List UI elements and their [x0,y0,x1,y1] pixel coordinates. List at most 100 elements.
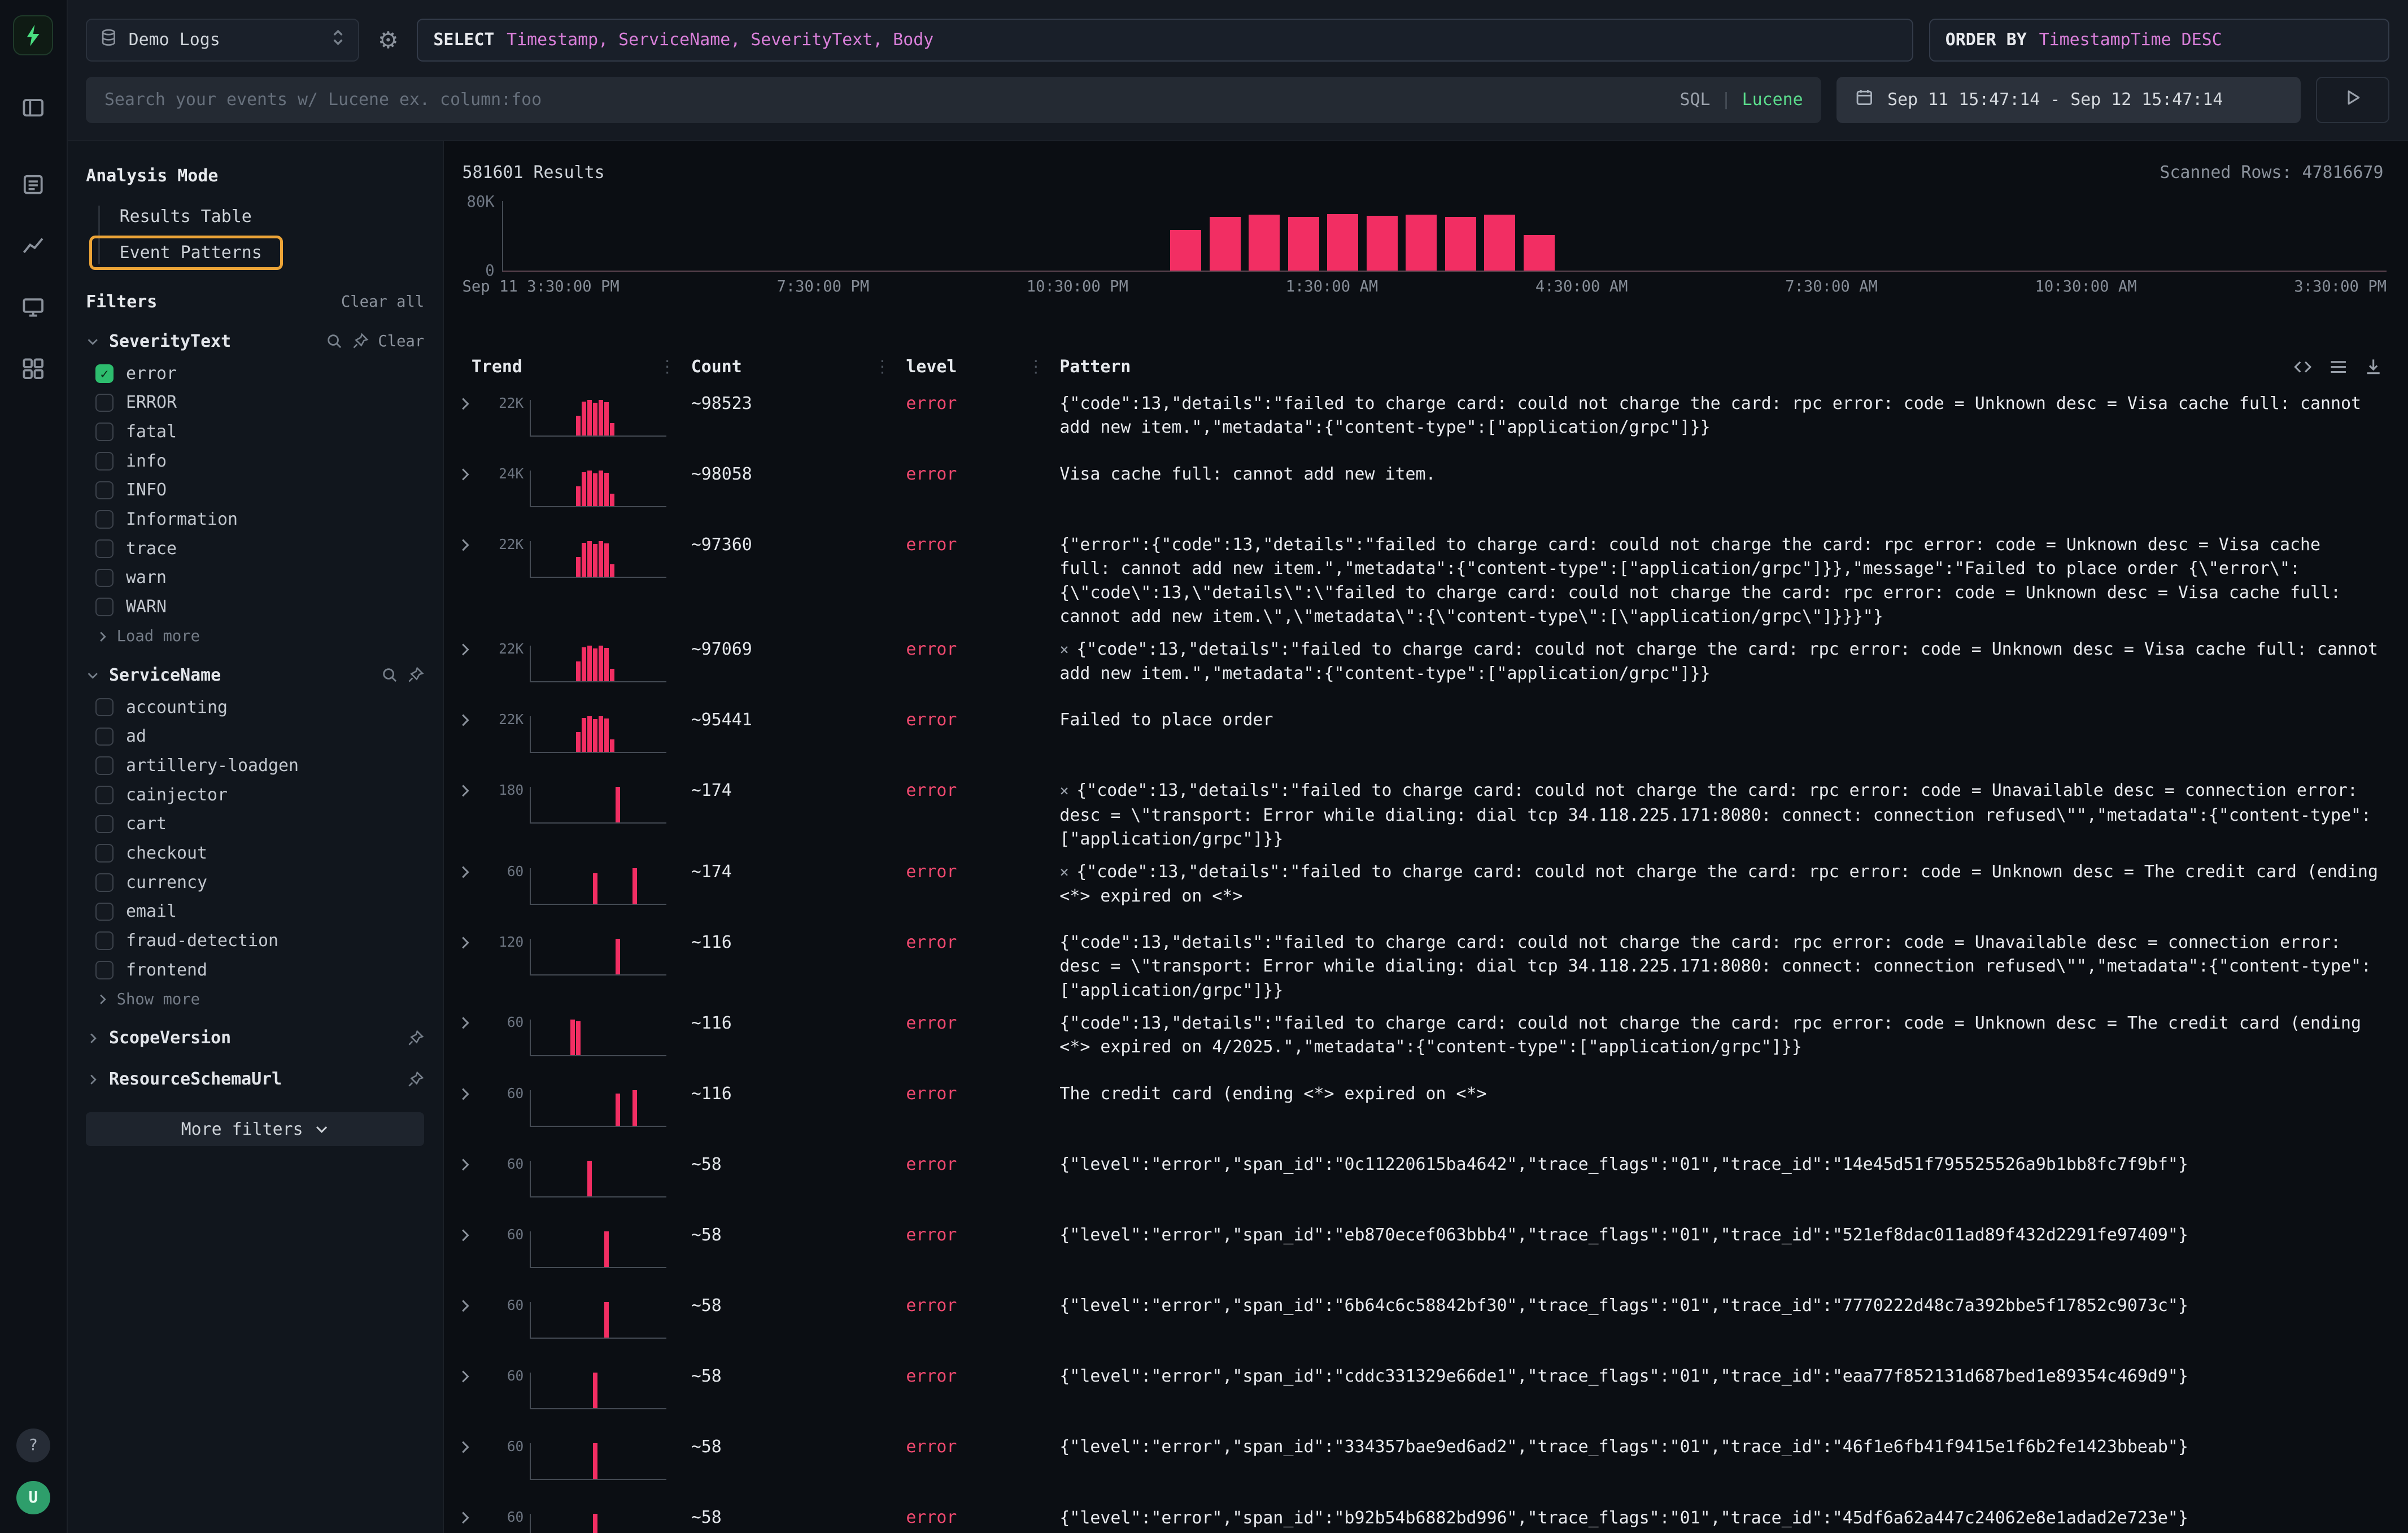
pattern-row[interactable]: 22K~95441errorFailed to place order [453,699,2387,770]
histogram-plot-area[interactable] [502,201,2387,272]
clear-all-filters-button[interactable]: Clear all [341,293,424,311]
order-by-input[interactable]: ORDER BY TimestampTime DESC [1929,19,2390,62]
pattern-text[interactable]: ×{"code":13,"details":"failed to charge … [1059,638,2387,686]
row-expand-icon[interactable] [453,1365,483,1389]
filter-checkbox-item[interactable]: trace [86,534,424,564]
checkbox[interactable] [95,423,114,441]
sql-select-input[interactable]: SELECT Timestamp, ServiceName, SeverityT… [417,19,1913,62]
histogram-bar[interactable] [1484,215,1515,270]
checkbox[interactable] [95,961,114,979]
chevron-right-icon[interactable] [86,1073,99,1086]
pattern-row[interactable]: 60~58error{"level":"error","span_id":"33… [453,1426,2387,1497]
row-expand-icon[interactable] [453,708,483,733]
user-avatar[interactable]: U [16,1481,50,1515]
histogram-bar[interactable] [1288,217,1319,271]
exclude-icon[interactable]: × [1059,782,1068,800]
pattern-text[interactable]: {"level":"error","span_id":"eb870ecef063… [1059,1223,2387,1247]
pattern-row[interactable]: 60~116errorThe credit card (ending <*> e… [453,1073,2387,1144]
exclude-icon[interactable]: × [1059,864,1068,881]
chevron-right-icon[interactable] [86,1031,99,1045]
search-logs-icon[interactable] [12,163,55,206]
pattern-row[interactable]: 60~58error{"level":"error","span_id":"6b… [453,1285,2387,1356]
pattern-text[interactable]: {"level":"error","span_id":"cddc331329e6… [1059,1365,2387,1388]
checkbox[interactable] [95,873,114,892]
histogram-bar[interactable] [1367,216,1398,271]
histogram-bar[interactable] [1170,230,1201,271]
sidebar-toggle-icon[interactable] [12,86,55,129]
pattern-text[interactable]: {"code":13,"details":"failed to charge c… [1059,392,2387,439]
filter-group-name[interactable]: ServiceName [109,665,221,685]
row-expand-icon[interactable] [453,860,483,885]
clear-filter-button[interactable]: Clear [378,333,424,350]
pattern-text[interactable]: {"level":"error","span_id":"0c11220615ba… [1059,1153,2387,1177]
row-expand-icon[interactable] [453,533,483,558]
row-expand-icon[interactable] [453,779,483,803]
row-expand-icon[interactable] [453,638,483,662]
exclude-icon[interactable]: × [1059,641,1068,659]
pattern-row[interactable]: 60~58error{"level":"error","span_id":"b9… [453,1497,2387,1533]
checkbox[interactable] [95,539,114,558]
filter-checkbox-item[interactable]: ad [86,722,424,751]
more-filters-button[interactable]: More filters [86,1112,424,1146]
chevron-down-icon[interactable] [86,668,99,682]
row-expand-icon[interactable] [453,1435,483,1460]
filter-group-name[interactable]: ResourceSchemaUrl [109,1069,282,1089]
pattern-row[interactable]: 60~174error×{"code":13,"details":"failed… [453,851,2387,922]
checkbox[interactable] [95,364,114,383]
pattern-text[interactable]: {"level":"error","span_id":"b92b54b6882b… [1059,1506,2387,1530]
source-select[interactable]: Demo Logs [86,19,359,62]
histogram-bar[interactable] [1327,214,1358,271]
checkbox[interactable] [95,452,114,471]
checkbox[interactable] [95,394,114,412]
pattern-row[interactable]: 180~174error×{"code":13,"details":"faile… [453,770,2387,851]
download-icon[interactable] [2363,357,2383,377]
load-more-button[interactable]: Load more [86,622,424,648]
pin-icon[interactable] [407,1030,424,1047]
checkbox[interactable] [95,510,114,529]
row-expand-icon[interactable] [453,1012,483,1036]
column-header-count[interactable]: Count⋮ [691,357,906,377]
checkbox[interactable] [95,931,114,950]
filter-checkbox-item[interactable]: WARN [86,593,424,622]
filter-checkbox-item[interactable]: fatal [86,417,424,447]
checkbox[interactable] [95,786,114,804]
filter-checkbox-item[interactable]: Information [86,505,424,534]
load-more-button[interactable]: Show more [86,985,424,1011]
pin-icon[interactable] [407,667,424,683]
pattern-text[interactable]: {"level":"error","span_id":"6b64c6c58842… [1059,1294,2387,1318]
filter-group-name[interactable]: SeverityText [109,332,231,351]
row-expand-icon[interactable] [453,931,483,955]
language-sql-option[interactable]: SQL [1680,90,1711,110]
analysis-mode-results-table[interactable]: Results Table [89,199,273,234]
checkbox[interactable] [95,698,114,717]
row-expand-icon[interactable] [453,1223,483,1248]
code-view-icon[interactable] [2293,357,2313,377]
checkbox[interactable] [95,728,114,746]
row-expand-icon[interactable] [453,463,483,487]
pattern-text[interactable]: Visa cache full: cannot add new item. [1059,463,2387,486]
pattern-row[interactable]: 60~58error{"level":"error","span_id":"cd… [453,1356,2387,1426]
event-search-box[interactable]: SQL | Lucene [86,77,1821,123]
checkbox[interactable] [95,815,114,834]
pattern-text[interactable]: {"code":13,"details":"failed to charge c… [1059,1012,2387,1059]
pattern-text[interactable]: ×{"code":13,"details":"failed to charge … [1059,779,2387,851]
dashboards-icon[interactable] [12,347,55,390]
results-histogram[interactable]: 80K 0 Sep 11 3:30:00 PM7:30:00 PM10:30:0… [463,201,2387,295]
checkbox[interactable] [95,903,114,921]
histogram-bar[interactable] [1524,235,1555,271]
row-expand-icon[interactable] [453,1506,483,1531]
filter-checkbox-item[interactable]: artillery-loadgen [86,751,424,781]
gear-icon[interactable]: ⚙ [375,27,402,54]
pattern-row[interactable]: 24K~98058errorVisa cache full: cannot ad… [453,454,2387,524]
filter-checkbox-item[interactable]: checkout [86,839,424,868]
pattern-text[interactable]: Failed to place order [1059,708,2387,732]
search-icon[interactable] [326,333,343,350]
pattern-text[interactable]: {"level":"error","span_id":"334357bae9ed… [1059,1435,2387,1459]
chart-explorer-icon[interactable] [12,224,55,267]
pin-icon[interactable] [407,1071,424,1088]
filter-checkbox-item[interactable]: cainjector [86,780,424,809]
row-expand-icon[interactable] [453,1294,483,1318]
column-header-level[interactable]: level⋮ [906,357,1059,377]
checkbox[interactable] [95,844,114,863]
pin-icon[interactable] [352,333,369,350]
